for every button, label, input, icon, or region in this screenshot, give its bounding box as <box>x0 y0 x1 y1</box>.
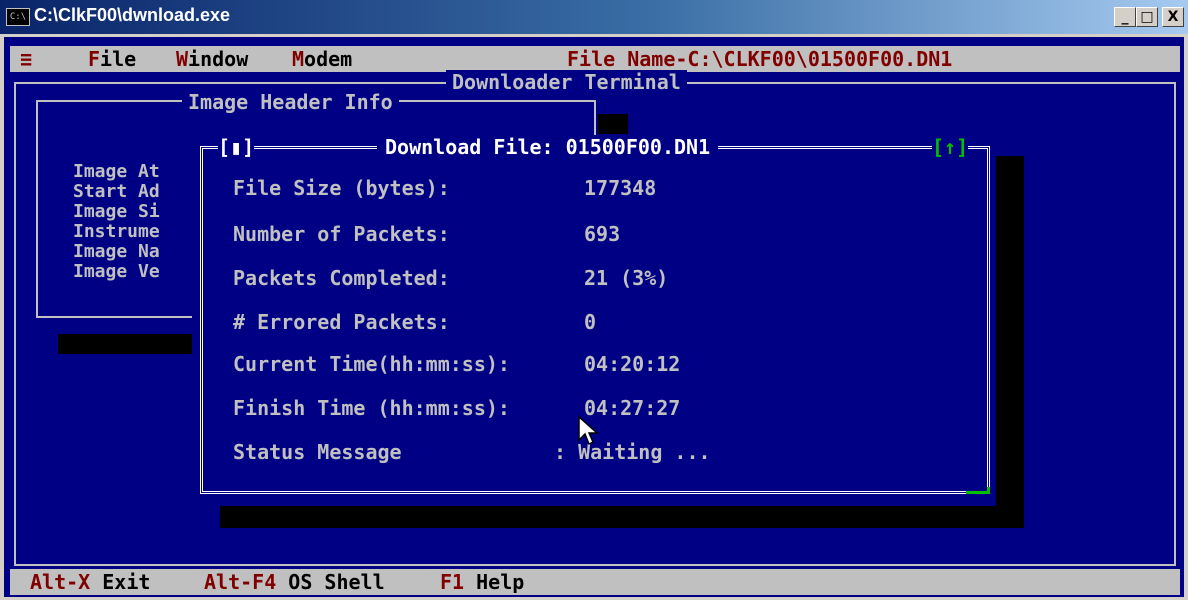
packets-completed-label: Packets Completed: <box>233 266 450 290</box>
resize-handle[interactable] <box>966 487 990 494</box>
dialog-shadow <box>220 506 1024 528</box>
header-row: Image At <box>73 161 160 182</box>
status-bar <box>10 569 1180 595</box>
menu-file[interactable]: File <box>88 47 136 71</box>
menu-modem[interactable]: Modem <box>292 47 352 71</box>
packets-value: 693 <box>584 222 621 246</box>
image-header-title: Image Header Info <box>182 90 399 114</box>
console-app-icon[interactable]: C:\ <box>6 8 30 26</box>
errored-packets-label: # Errored Packets: <box>233 310 450 334</box>
panel-shadow <box>598 114 628 134</box>
file-size-value: 177348 <box>584 176 657 200</box>
window-title-bar[interactable]: C:\ C:\ClkF00\dwnload.exe _ □ X <box>0 0 1188 34</box>
header-row: Image Ve <box>73 261 160 282</box>
file-name-display: File Name-C:\CLKF00\01500F00.DN1 <box>567 47 953 71</box>
packets-completed-value: 21 (3%) <box>584 266 669 290</box>
exit-shortcut[interactable]: Alt-X Exit <box>30 570 150 594</box>
dialog-title: Download File: 01500F00.DN1 <box>377 135 719 159</box>
panel-shadow <box>58 334 192 354</box>
terminal-title: Downloader Terminal <box>446 70 687 94</box>
current-time-label: Current Time(hh:mm:ss): <box>233 352 510 376</box>
system-menu-icon[interactable]: ≡ <box>20 47 32 71</box>
header-row: Image Si <box>73 201 160 222</box>
close-button[interactable]: X <box>1162 7 1184 27</box>
dialog-close-box[interactable]: [▮] <box>218 135 255 159</box>
errored-packets-value: 0 <box>584 310 597 334</box>
help-shortcut[interactable]: F1 Help <box>440 570 524 594</box>
maximize-button[interactable]: □ <box>1136 7 1158 27</box>
menu-window[interactable]: Window <box>176 47 248 71</box>
status-message-label: Status Message <box>233 440 402 464</box>
os-shell-shortcut[interactable]: Alt-F4 OS Shell <box>204 570 385 594</box>
file-size-label: File Size (bytes): <box>233 176 450 200</box>
minimize-button[interactable]: _ <box>1114 7 1136 27</box>
finish-time-label: Finish Time (hh:mm:ss): <box>233 396 510 420</box>
mouse-cursor-icon <box>578 416 599 446</box>
header-row: Image Na <box>73 241 160 262</box>
header-row: Start Ad <box>73 181 160 202</box>
dialog-zoom-box[interactable]: [↑] <box>932 135 969 159</box>
header-row: Instrume <box>73 221 160 242</box>
window-title: C:\ClkF00\dwnload.exe <box>34 5 231 25</box>
dialog-shadow <box>996 156 1024 528</box>
packets-label: Number of Packets: <box>233 222 450 246</box>
current-time-value: 04:20:12 <box>584 352 681 376</box>
